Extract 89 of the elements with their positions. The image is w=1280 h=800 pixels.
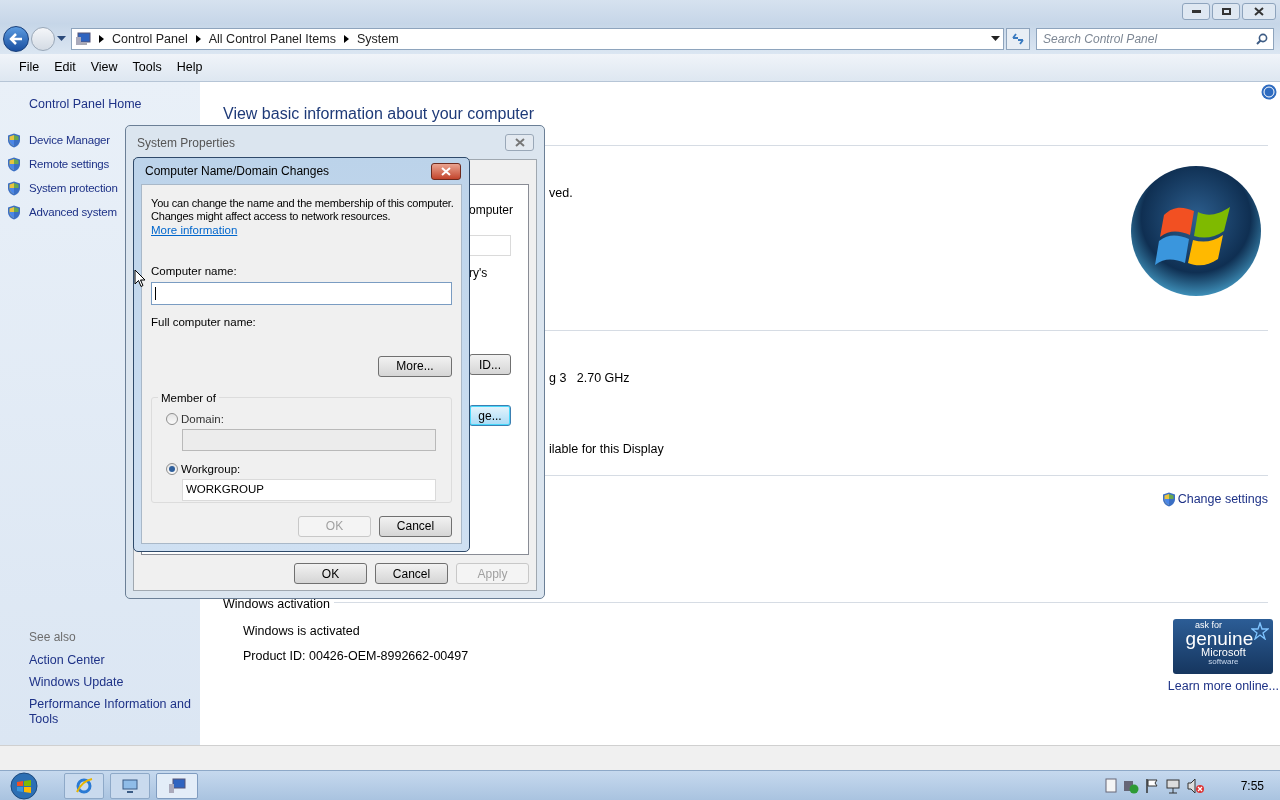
page-title: View basic information about your computer	[223, 104, 534, 124]
menu-item[interactable]: Tools	[125, 58, 169, 77]
close-button[interactable]	[431, 162, 461, 180]
field-label: Full computer name:	[151, 315, 257, 331]
learn-more-link[interactable]: Learn more online...	[1167, 677, 1279, 696]
text-field[interactable]	[469, 235, 511, 256]
help-icon[interactable]	[1261, 84, 1277, 100]
dropdown-arrow-icon[interactable]	[991, 36, 1000, 42]
more-information-link[interactable]: More information	[151, 223, 238, 237]
sidebar-link[interactable]: Performance Information and Tools	[29, 697, 194, 727]
sidebar-link[interactable]: System protection	[29, 179, 118, 197]
sidebar-link[interactable]: Remote settings	[29, 155, 110, 173]
mouse-cursor-icon	[134, 269, 145, 288]
menu-item[interactable]: File	[12, 58, 47, 77]
change-settings-link[interactable]: Change settings	[1177, 490, 1268, 509]
sidebar-link[interactable]: Control Panel Home	[29, 95, 200, 114]
close-icon[interactable]	[1254, 7, 1264, 16]
computer-icon	[168, 777, 186, 794]
address-field[interactable]: Control Panel All Control Panel Items System	[71, 28, 1004, 50]
breadcrumb-arrow-icon[interactable]	[99, 35, 104, 43]
search-icon[interactable]	[1256, 33, 1268, 45]
window-title: Computer Name/Domain Changes	[145, 163, 330, 180]
monitor-icon	[121, 777, 139, 794]
minimize-button[interactable]	[1182, 3, 1210, 20]
dialog-button[interactable]: Cancel	[375, 563, 448, 584]
shield-icon	[7, 180, 21, 196]
refresh-button[interactable]	[1006, 28, 1030, 50]
dialog-text: ry's	[469, 265, 489, 282]
dialog-text: omputer	[469, 202, 511, 219]
shield-icon	[1161, 491, 1176, 507]
close-button[interactable]	[1242, 3, 1276, 20]
menu-item[interactable]: View	[83, 58, 125, 77]
option-label: Workgroup:	[181, 461, 241, 477]
computer-name-field[interactable]	[151, 282, 452, 306]
text-field[interactable]: WORKGROUP	[182, 479, 436, 501]
sidebar-link[interactable]: Advanced system	[29, 203, 117, 221]
flag-icon[interactable]	[1144, 777, 1159, 794]
badge-text: Microsoft	[1201, 647, 1246, 658]
dialog-button[interactable]: ID...	[469, 354, 511, 375]
back-arrow-icon[interactable]	[9, 33, 23, 45]
shield-icon	[7, 132, 21, 148]
dialog-button[interactable]: Cancel	[379, 515, 452, 537]
back-button[interactable]	[3, 26, 29, 52]
clock[interactable]: 7:55	[1240, 776, 1264, 795]
field-label: Computer name:	[151, 264, 238, 279]
breadcrumb-item[interactable]: Control Panel	[112, 29, 188, 49]
activation-status: Windows is activated	[243, 622, 361, 640]
window-title: System Properties	[137, 134, 236, 152]
sidebar-link[interactable]: Device Manager	[29, 131, 110, 149]
option-label: Domain:	[181, 411, 224, 427]
browser-icon	[75, 776, 93, 795]
product-id: Product ID: 00426-OEM-8992662-00497	[243, 647, 470, 665]
breadcrumb-item[interactable]: All Control Panel Items	[208, 29, 336, 49]
dropdown-arrow-icon[interactable]	[57, 36, 66, 42]
genuine-badge[interactable]: ask for genuine Microsoft software	[1173, 619, 1274, 674]
badge-text: software	[1208, 658, 1239, 666]
badge-text: ask for	[1194, 621, 1222, 630]
breadcrumb-arrow-icon[interactable]	[195, 35, 201, 43]
star-icon	[1251, 622, 1270, 640]
field-value: WORKGROUP	[186, 482, 264, 498]
sidebar-link[interactable]: Action Center	[29, 653, 194, 668]
focused-button[interactable]: ge...	[469, 405, 511, 426]
refresh-icon[interactable]	[1011, 33, 1025, 45]
computer-icon	[75, 32, 91, 46]
badge-text: genuine	[1185, 630, 1254, 647]
shield-icon	[7, 204, 21, 220]
radio-button[interactable]	[166, 413, 178, 426]
sidebar-link[interactable]: Windows Update	[29, 675, 194, 690]
processor-text: g 3 2.70 GHz	[549, 370, 631, 387]
description-text: You can change the name and the membership of this computer. Changes might affect access to network resources.	[151, 197, 455, 223]
breadcrumb-arrow-icon[interactable]	[343, 35, 349, 43]
pen-touch-text: ilable for this Display	[549, 440, 665, 458]
edition-text: ved.	[549, 186, 573, 200]
menu-item[interactable]: Help	[169, 58, 210, 77]
restore-button[interactable]	[1212, 3, 1240, 20]
text-field[interactable]	[182, 428, 436, 451]
search-field[interactable]: Search Control Panel	[1036, 28, 1274, 50]
dialog-button[interactable]: OK	[294, 563, 367, 584]
radio-button[interactable]	[166, 463, 178, 476]
document-icon[interactable]	[1104, 778, 1117, 793]
shield-icon	[7, 156, 21, 172]
taskbar-button[interactable]	[156, 772, 198, 799]
taskbar-button[interactable]	[64, 772, 104, 799]
menu-item[interactable]: Edit	[47, 58, 83, 77]
dialog-button[interactable]: More...	[378, 355, 452, 377]
network-icon[interactable]	[1164, 777, 1181, 794]
muted-speaker-icon[interactable]	[1186, 777, 1205, 794]
section-label: See also	[29, 629, 77, 646]
breadcrumb-item[interactable]: System	[356, 29, 399, 49]
